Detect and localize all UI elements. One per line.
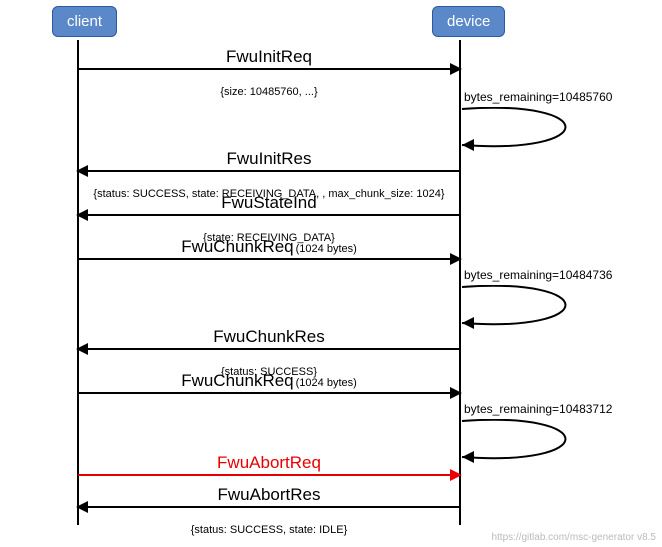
participant-device-label: device <box>447 13 490 30</box>
arrowhead-icon <box>450 253 462 265</box>
credit-label: https://gitlab.com/msc-generator v8.5 <box>491 532 656 543</box>
arrowhead-icon <box>76 165 88 177</box>
credit-text: https://gitlab.com/msc-generator v8.5 <box>491 532 656 543</box>
msg-fwuabortres: FwuAbortRes {status: SUCCESS, state: IDL… <box>78 486 460 536</box>
selfmsg-bytes-3-label: bytes_remaining=10483712 <box>464 402 612 416</box>
participant-device: device <box>432 6 505 37</box>
msg-fwustateind-label: FwuStateInd <box>221 193 316 212</box>
arrowhead-icon <box>450 469 462 481</box>
msg-fwuinitres-label: FwuInitRes <box>226 149 311 168</box>
msg-fwuchunkreq-2: FwuChunkReq(1024 bytes) <box>78 372 460 392</box>
msg-fwuinitreq: FwuInitReq {size: 10485760, ...} <box>78 48 460 98</box>
arrowhead-icon <box>450 63 462 75</box>
msg-fwuabortreq-label: FwuAbortReq <box>217 453 321 472</box>
msg-fwuchunkreq-1-label: FwuChunkReq <box>181 237 293 256</box>
msg-fwuabortres-sub: {status: SUCCESS, state: IDLE} <box>191 524 348 536</box>
msg-fwuchunkreq-1: FwuChunkReq(1024 bytes) <box>78 238 460 258</box>
msg-fwuchunkreq-1-suffix: (1024 bytes) <box>296 243 357 255</box>
msg-fwuchunkreq-2-suffix: (1024 bytes) <box>296 377 357 389</box>
arrowhead-icon <box>76 343 88 355</box>
msg-fwuchunkreq-2-label: FwuChunkReq <box>181 371 293 390</box>
selfmsg-bytes-2-label: bytes_remaining=10484736 <box>464 268 612 282</box>
lifeline-client <box>77 40 79 525</box>
msg-fwuabortreq: FwuAbortReq <box>78 454 460 472</box>
selfmsg-bytes-3: bytes_remaining=10483712 <box>460 402 620 465</box>
participant-client: client <box>52 6 117 37</box>
selfloop-icon <box>460 419 620 465</box>
msg-fwuabortres-label: FwuAbortRes <box>218 485 321 504</box>
selfmsg-bytes-2: bytes_remaining=10484736 <box>460 268 620 331</box>
selfmsg-bytes-1: bytes_remaining=10485760 <box>460 90 620 153</box>
msg-fwuinitreq-sub: {size: 10485760, ...} <box>220 86 317 98</box>
sequence-diagram: client device FwuInitReq {size: 10485760… <box>0 0 662 547</box>
arrowhead-icon <box>450 387 462 399</box>
selfloop-icon <box>460 107 620 153</box>
msg-fwuchunkres-label: FwuChunkRes <box>213 327 325 346</box>
selfloop-icon <box>460 285 620 331</box>
participant-client-label: client <box>67 13 102 30</box>
selfmsg-bytes-1-label: bytes_remaining=10485760 <box>464 90 612 104</box>
msg-fwuinitreq-label: FwuInitReq <box>226 47 312 66</box>
arrowhead-icon <box>76 501 88 513</box>
arrowhead-icon <box>76 209 88 221</box>
